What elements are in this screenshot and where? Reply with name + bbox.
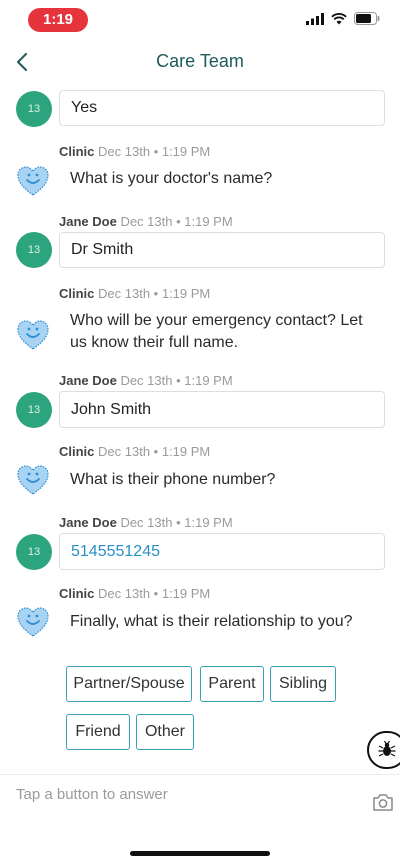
message-timestamp: Dec 13th • 1:19 PM (120, 373, 233, 388)
message-timestamp: Dec 13th • 1:19 PM (98, 586, 211, 601)
status-icons (306, 12, 380, 25)
user-avatar: 13 (16, 534, 52, 570)
message-timestamp: Dec 13th • 1:19 PM (120, 214, 233, 229)
sender-name: Clinic (59, 286, 95, 301)
message-meta: Clinic Dec 13th • 1:19 PM (59, 144, 210, 159)
sender-name: Clinic (59, 444, 95, 459)
message-text: Yes (71, 99, 98, 116)
composer-divider (0, 774, 400, 775)
sender-name: Jane Doe (59, 373, 117, 388)
message-timestamp: Dec 13th • 1:19 PM (98, 286, 211, 301)
heart-smile-icon (17, 166, 49, 196)
message-timestamp: Dec 13th • 1:19 PM (98, 144, 211, 159)
bug-report-button[interactable] (367, 731, 400, 769)
user-avatar: 13 (16, 232, 52, 268)
heart-smile-icon (17, 320, 49, 350)
quick-reply-parent[interactable]: Parent (200, 666, 264, 702)
message-meta: Jane Doe Dec 13th • 1:19 PM (59, 373, 233, 388)
page-title: Care Team (156, 51, 244, 71)
cellular-signal-icon (306, 12, 324, 25)
user-avatar: 13 (16, 91, 52, 127)
user-message-bubble: Yes (59, 90, 385, 126)
message-text: Dr Smith (71, 241, 134, 258)
heart-smile-icon (17, 607, 49, 637)
user-message-bubble: Dr Smith (59, 232, 385, 268)
quick-reply-friend[interactable]: Friend (66, 714, 130, 750)
user-message-bubble: John Smith (59, 391, 385, 428)
battery-icon (354, 12, 380, 25)
user-avatar: 13 (16, 392, 52, 428)
sender-name: Jane Doe (59, 515, 117, 530)
message-meta: Clinic Dec 13th • 1:19 PM (59, 586, 210, 601)
phone-number-link[interactable]: 5145551245 (71, 543, 160, 561)
message-timestamp: Dec 13th • 1:19 PM (120, 515, 233, 530)
message-timestamp: Dec 13th • 1:19 PM (98, 444, 211, 459)
quick-reply-partner-spouse[interactable]: Partner/Spouse (66, 666, 192, 702)
quick-reply-sibling[interactable]: Sibling (270, 666, 336, 702)
answer-input-placeholder[interactable]: Tap a button to answer (16, 786, 168, 803)
status-bar: 1:19 (0, 0, 400, 40)
clinic-message-text: Who will be your emergency contact? Let … (70, 312, 363, 351)
message-meta: Clinic Dec 13th • 1:19 PM (59, 286, 210, 301)
bug-icon (378, 740, 396, 757)
navigation-header: Care Team (0, 40, 400, 84)
message-meta: Clinic Dec 13th • 1:19 PM (59, 444, 210, 459)
clinic-message-text: Finally, what is their relationship to y… (70, 613, 353, 630)
user-message-bubble: 5145551245 (59, 533, 385, 570)
sender-name: Clinic (59, 586, 95, 601)
message-text: John Smith (71, 400, 152, 418)
quick-reply-other[interactable]: Other (136, 714, 194, 750)
heart-smile-icon (17, 465, 49, 495)
camera-icon[interactable] (372, 792, 394, 812)
message-meta: Jane Doe Dec 13th • 1:19 PM (59, 515, 233, 530)
wifi-icon (331, 12, 347, 24)
status-time: 1:19 (28, 8, 88, 32)
clinic-message-text: What is their phone number? (70, 471, 276, 488)
clinic-message-text: What is your doctor's name? (70, 170, 273, 187)
message-meta: Jane Doe Dec 13th • 1:19 PM (59, 214, 233, 229)
home-indicator[interactable] (130, 851, 270, 856)
sender-name: Clinic (59, 144, 95, 159)
message-thread[interactable]: 13 Yes Clinic Dec 13th • 1:19 PM What is… (0, 84, 400, 644)
sender-name: Jane Doe (59, 214, 117, 229)
